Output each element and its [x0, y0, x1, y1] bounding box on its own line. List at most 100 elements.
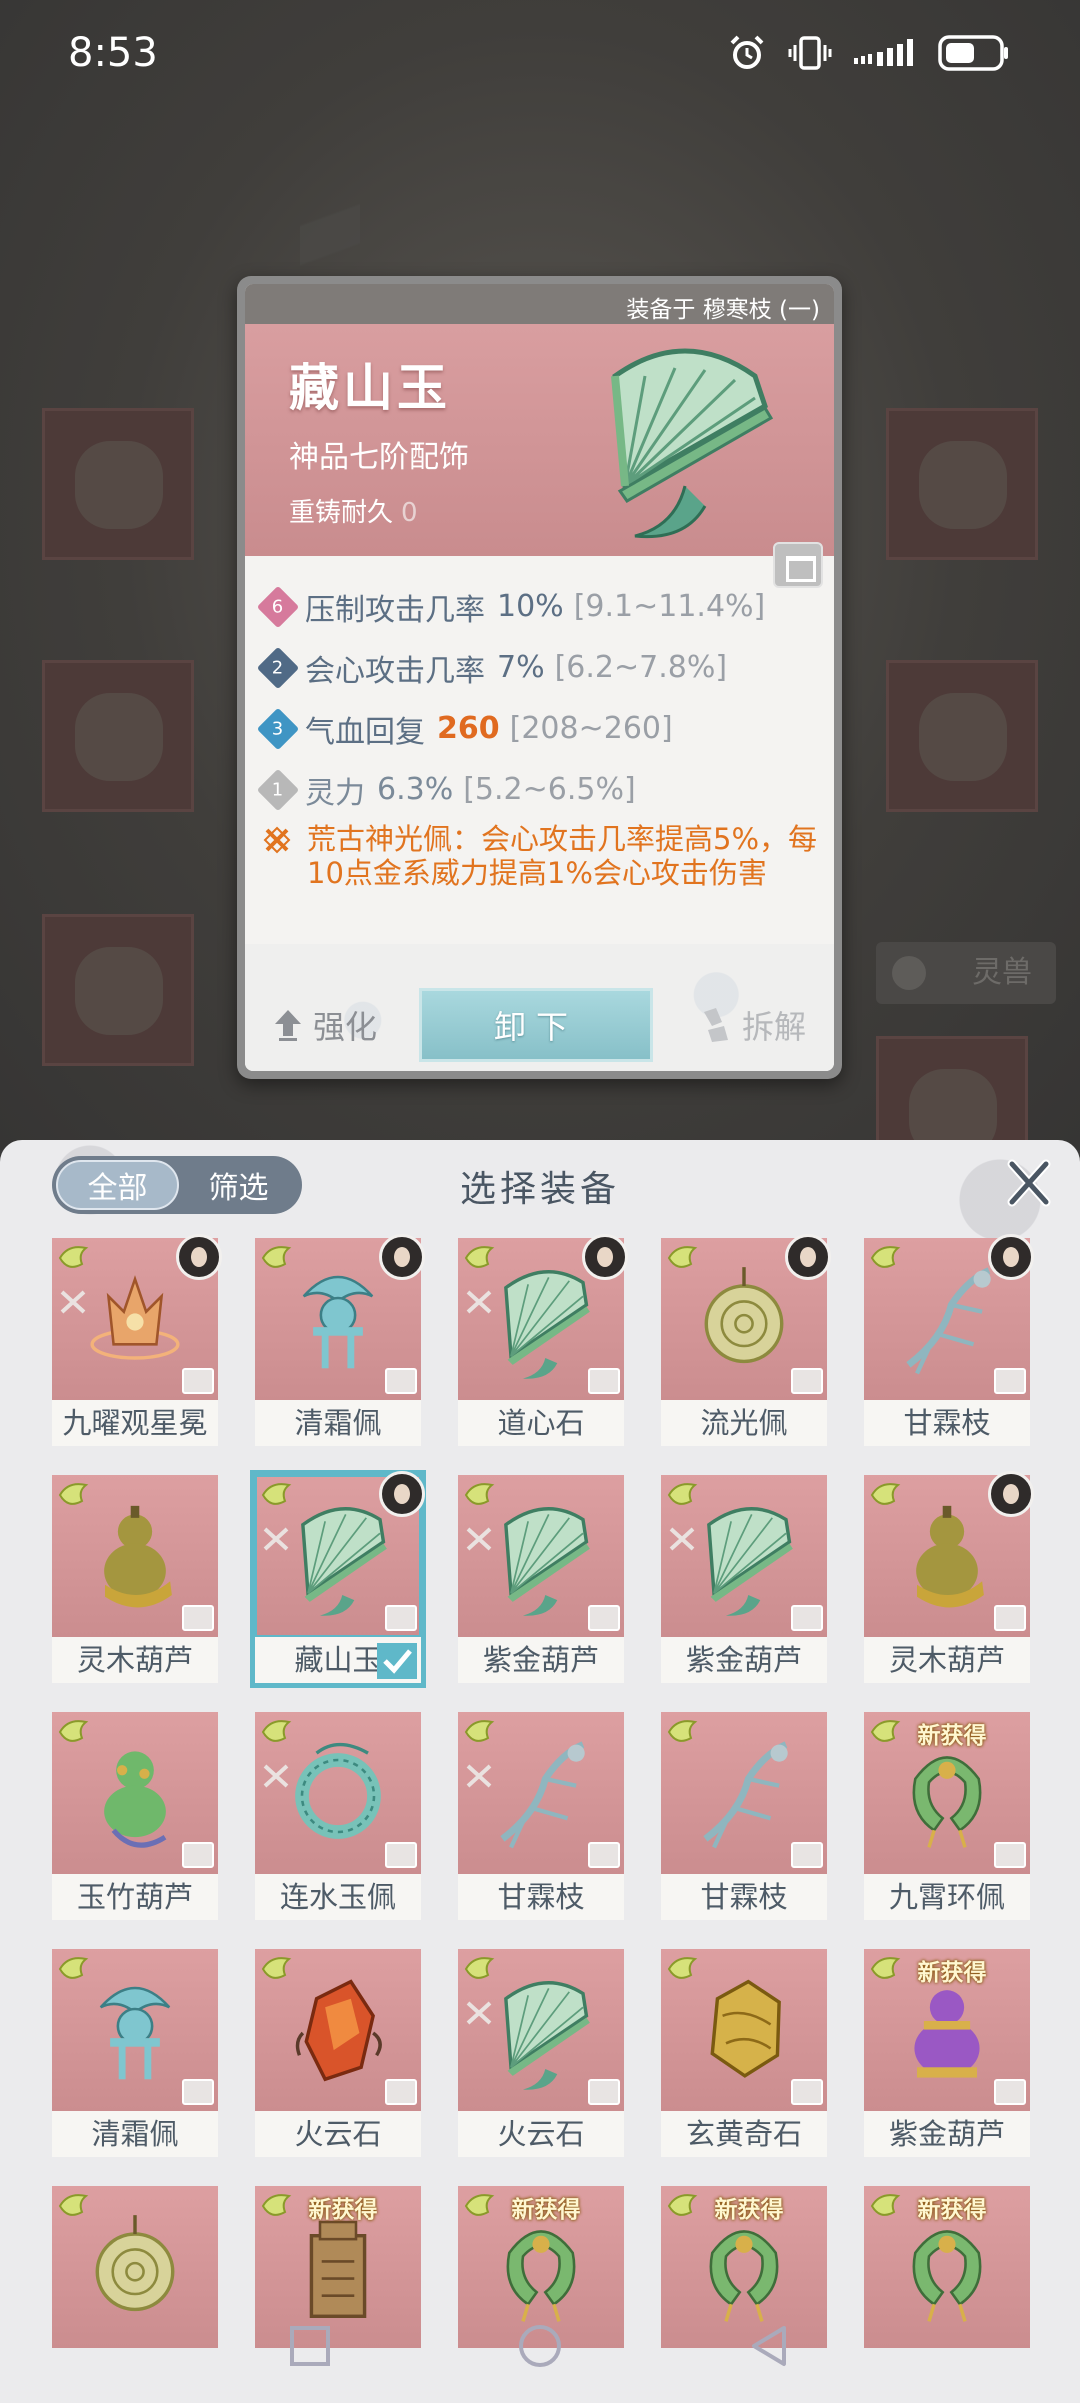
lock-icon	[994, 1368, 1026, 1394]
unequip-button[interactable]: 卸下	[419, 988, 653, 1062]
equipment-name: 紫金葫芦	[458, 1637, 624, 1683]
lock-icon	[182, 2079, 214, 2105]
purple-gourd-icon	[914, 1990, 980, 2078]
set-mark-icon	[466, 1527, 492, 1551]
equipment-tile[interactable]: 新获得九霄环佩	[864, 1712, 1030, 1920]
stat-row: 6 压制攻击几率 10% [9.1~11.4%]	[256, 576, 823, 637]
equipment-tile[interactable]: 新获得 紫金葫芦	[864, 1949, 1030, 2157]
lock-icon	[588, 1605, 620, 1631]
vibrate-icon	[788, 36, 832, 70]
gold-stone-icon	[710, 1979, 781, 2078]
set-mark-icon	[60, 1290, 86, 1314]
set-mark-icon	[669, 1527, 695, 1551]
equipment-tile[interactable]: 紫金葫芦	[661, 1475, 827, 1683]
equipment-name: 玄黄奇石	[661, 2111, 827, 2157]
strengthen-button[interactable]: 强化	[273, 1002, 377, 1048]
equipment-tile[interactable]: 甘霖枝	[661, 1712, 827, 1920]
gourd-icon	[104, 1505, 172, 1608]
signal-icon	[854, 39, 913, 66]
fan-icon	[504, 1270, 590, 1379]
set-mark-icon	[466, 2001, 492, 2025]
equipment-tile[interactable]: 甘霖枝	[458, 1712, 624, 1920]
green-gourd-icon	[104, 1751, 167, 1848]
equipment-tile[interactable]: 火云石	[458, 1949, 624, 2157]
equipment-name: 甘霖枝	[661, 1874, 827, 1920]
equipment-tile[interactable]: 道心石	[458, 1234, 628, 1446]
owner-avatar	[379, 1234, 425, 1280]
fan-icon	[301, 1507, 387, 1616]
rank-1-icon: 1	[256, 768, 300, 811]
durability-label: 重铸耐久	[289, 498, 394, 528]
equipment-tile[interactable]: 流光佩	[661, 1234, 831, 1446]
stats-list: 6 压制攻击几率 10% [9.1~11.4%] 2 会心攻击几率 7% [6.…	[256, 576, 823, 820]
stat-value: 260	[437, 711, 500, 746]
equipment-tile[interactable]: 甘霖枝	[864, 1234, 1034, 1446]
element-icon	[58, 1246, 89, 1268]
equipment-tile[interactable]: 玉竹葫芦	[52, 1712, 218, 1920]
recents-icon[interactable]	[286, 2322, 334, 2370]
element-icon	[464, 1957, 495, 1979]
owner-avatar	[988, 1234, 1034, 1280]
item-grade: 神品七阶配饰	[289, 440, 469, 475]
detail-actions: 强化 卸下 拆解	[245, 944, 834, 1071]
element-icon	[464, 1483, 495, 1505]
equipment-tile[interactable]: 连水玉佩	[255, 1712, 421, 1920]
equipment-name: 火云石	[458, 2111, 624, 2157]
stat-value: 7%	[497, 650, 545, 685]
element-icon	[667, 1957, 698, 1979]
new-badge: 新获得	[917, 1723, 987, 1749]
stat-range: [6.2~7.8%]	[554, 650, 728, 685]
stat-name: 灵力	[305, 775, 365, 811]
stat-value: 6.3%	[377, 772, 454, 807]
checkmark-icon	[377, 1643, 417, 1679]
equipment-tile[interactable]: 火云石	[255, 1949, 421, 2157]
equipment-tile[interactable]: 灵木葫芦	[52, 1475, 218, 1683]
back-icon[interactable]	[746, 2322, 794, 2370]
stat-range: [5.2~6.5%]	[463, 772, 636, 807]
lock-icon	[994, 1842, 1026, 1868]
jade-pendant-icon	[302, 1275, 374, 1369]
equipment-tile[interactable]: 灵木葫芦	[864, 1471, 1034, 1683]
element-icon	[667, 1483, 698, 1505]
stat-row: 1 灵力 6.3% [5.2~6.5%]	[256, 759, 823, 820]
new-badge: 新获得	[917, 1960, 987, 1986]
arrow-up-icon	[275, 1010, 301, 1041]
element-icon	[870, 1720, 901, 1742]
lock-icon	[588, 1842, 620, 1868]
home-icon[interactable]	[516, 2322, 564, 2370]
rank-3-icon: 3	[256, 707, 300, 750]
lock-icon	[791, 2079, 823, 2105]
set-mark-icon	[466, 1290, 492, 1314]
equipment-tile[interactable]: 藏山玉	[252, 1471, 425, 1683]
close-icon[interactable]	[1004, 1158, 1054, 1208]
equipment-tile[interactable]: 九曜观星冕	[52, 1234, 222, 1446]
horseshoe-icon	[912, 1756, 982, 1848]
equipped-on-label: 装备于 穆寒枝 (一)	[245, 284, 834, 324]
durability: 重铸耐久 0	[289, 492, 418, 529]
element-icon	[58, 1720, 89, 1742]
stat-name: 压制攻击几率	[305, 592, 485, 628]
lock-icon	[385, 1368, 417, 1394]
new-badge: 新获得	[917, 2197, 987, 2223]
rank-2-icon: 2	[256, 646, 300, 689]
equipment-tile[interactable]: 清霜佩	[255, 1234, 425, 1446]
lock-icon	[182, 1368, 214, 1394]
equipment-tile[interactable]: 紫金葫芦	[458, 1475, 624, 1683]
lock-icon	[385, 1605, 417, 1631]
owner-avatar	[176, 1234, 222, 1280]
equipment-name: 九霄环佩	[864, 1874, 1030, 1920]
dismantle-button[interactable]: 拆解	[698, 1002, 806, 1048]
lock-icon	[791, 1842, 823, 1868]
element-icon	[58, 2194, 89, 2216]
element-icon	[261, 1246, 292, 1268]
fan-icon	[504, 1981, 590, 2090]
equipment-tile[interactable]: 玄黄奇石	[661, 1949, 827, 2157]
item-detail-card: 装备于 穆寒枝 (一) 藏山玉 神品七阶配饰 重铸耐久 0 6 压制攻击几率 10…	[237, 276, 842, 1079]
set-mark-icon	[466, 1764, 492, 1788]
equipment-name: 清霜佩	[255, 1400, 421, 1446]
equipment-name: 流光佩	[661, 1400, 827, 1446]
set-effect-text: 荒古神光佩：会心攻击几率提高5%，每10点金系威力提高1%会心攻击伤害	[307, 822, 818, 890]
owner-avatar	[582, 1234, 628, 1280]
set-effect-icon	[263, 826, 291, 854]
equipment-tile[interactable]: 清霜佩	[52, 1949, 218, 2157]
